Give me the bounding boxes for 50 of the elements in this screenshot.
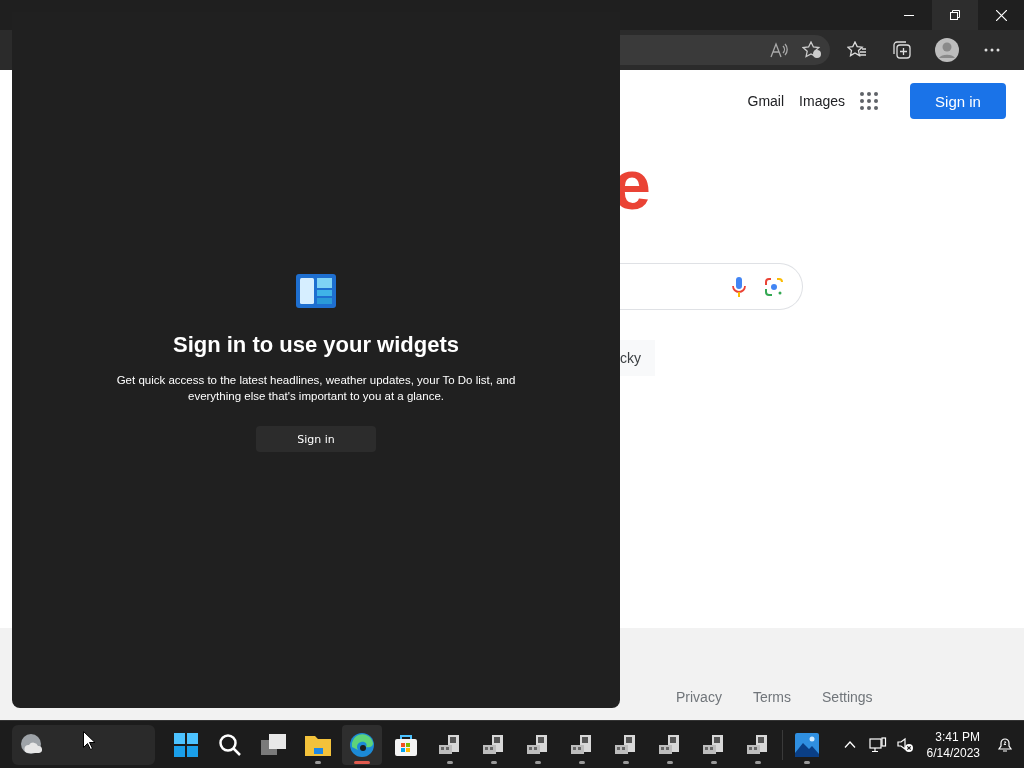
camera-lens-icon — [764, 276, 784, 297]
computer-icon — [614, 732, 638, 757]
restore-icon — [950, 10, 960, 20]
computer-icon — [526, 732, 550, 757]
read-aloud-icon — [770, 42, 788, 58]
microphone-icon — [732, 276, 746, 297]
lucky-button[interactable]: cky — [620, 340, 655, 376]
search-icon — [218, 732, 242, 757]
photos-icon — [795, 732, 819, 757]
clock[interactable]: 3:41 PM 6/14/2023 — [926, 728, 980, 761]
network-icon — [868, 736, 887, 753]
widgets-button[interactable] — [12, 724, 155, 765]
taskbar-button[interactable] — [342, 724, 382, 765]
panel-sign-in-button[interactable]: Sign in — [256, 426, 376, 452]
computer-icon — [746, 732, 770, 757]
header-link[interactable]: Gmail — [747, 93, 785, 109]
clock-date: 6/14/2023 — [926, 744, 980, 761]
computer-icon — [438, 732, 462, 757]
header-link[interactable]: Images — [799, 93, 845, 109]
footer-link[interactable]: Terms — [752, 689, 792, 705]
footer-link[interactable]: Settings — [822, 689, 873, 705]
apps-grid-icon[interactable] — [860, 92, 878, 110]
collections-icon — [892, 40, 912, 60]
mouse-pointer-icon — [83, 731, 95, 750]
widgets-icon — [296, 274, 336, 308]
footer-link[interactable]: Privacy — [676, 689, 722, 705]
computer-icon — [658, 732, 682, 757]
close-icon — [995, 9, 1007, 21]
computer-icon — [482, 732, 506, 757]
speaker-muted-icon — [896, 736, 915, 753]
chevron-up-icon — [843, 741, 856, 748]
address-bar[interactable] — [620, 35, 830, 65]
restore-button[interactable] — [932, 0, 978, 30]
bell-snooze-icon — [997, 736, 1013, 753]
task-view-icon — [261, 733, 287, 756]
favorites-icon — [847, 41, 867, 59]
add-favorite-icon — [802, 41, 822, 59]
windows-icon — [174, 732, 198, 757]
panel-description: Get quick access to the latest headlines, weather updates, your To Do list, and everything else that's important to you at a glance. — [116, 373, 516, 404]
browser-icon — [349, 731, 375, 758]
store-icon — [394, 732, 418, 757]
folder-icon — [305, 733, 331, 756]
computer-icon — [570, 732, 594, 757]
clock-time: 3:41 PM — [935, 728, 980, 745]
panel-title: Sign in to use your widgets — [173, 332, 459, 358]
more-icon — [984, 48, 1000, 52]
computer-icon — [702, 732, 726, 757]
sign-in-button[interactable]: Sign in — [910, 83, 1006, 119]
minimize-icon — [904, 14, 914, 16]
avatar-icon — [935, 38, 959, 62]
